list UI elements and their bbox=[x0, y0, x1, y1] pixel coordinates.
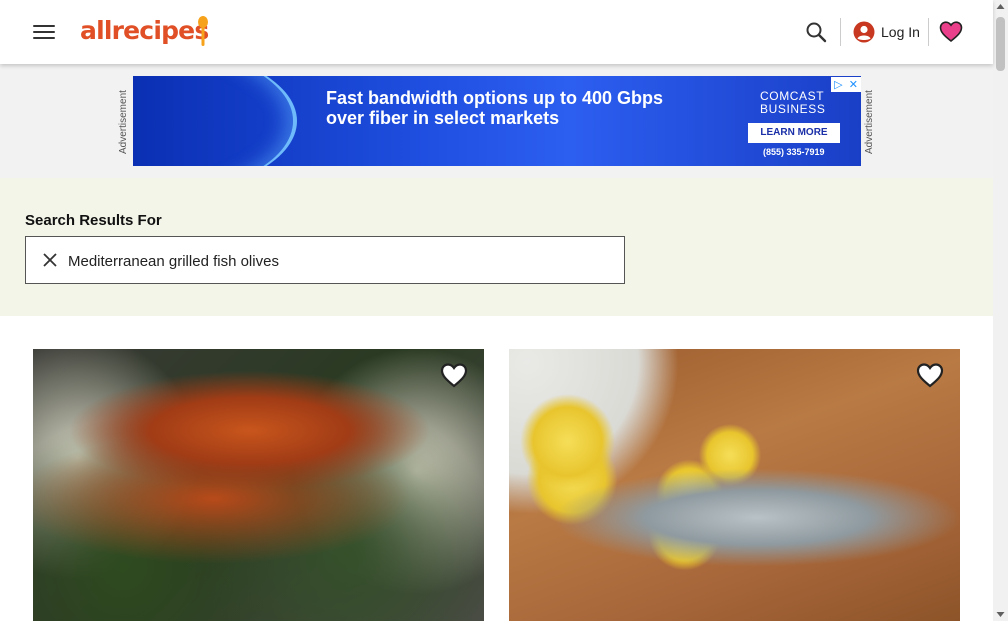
site-header: allrecipes Log In bbox=[0, 0, 993, 64]
ad-decoration bbox=[133, 76, 297, 166]
ad-learn-more-button[interactable]: LEARN MORE bbox=[748, 123, 840, 143]
login-button[interactable]: Log In bbox=[853, 19, 920, 45]
ad-headline: Fast bandwidth options up to 400 Gbps ov… bbox=[326, 88, 726, 128]
ad-phone: (855) 335-7919 bbox=[763, 147, 825, 157]
search-results-title: Search Results For bbox=[25, 212, 162, 229]
scroll-up-icon[interactable] bbox=[993, 0, 1008, 14]
site-logo[interactable]: allrecipes bbox=[80, 14, 209, 48]
ad-brand: COMCAST BUSINESS bbox=[760, 90, 826, 116]
recipe-card[interactable] bbox=[33, 349, 484, 621]
page-scrollbar[interactable] bbox=[993, 0, 1008, 621]
close-icon: ✕ bbox=[848, 78, 858, 91]
spoon-logo-icon bbox=[198, 16, 208, 46]
header-divider bbox=[840, 18, 841, 46]
heart-icon[interactable] bbox=[939, 20, 963, 44]
close-icon[interactable] bbox=[43, 253, 57, 267]
ad-headline-line: Fast bandwidth options up to 400 Gbps bbox=[326, 88, 663, 108]
ad-label-left: Advertisement bbox=[118, 90, 129, 154]
ad-brand-line: BUSINESS bbox=[760, 102, 826, 116]
header-divider bbox=[928, 18, 929, 46]
heart-outline-icon[interactable] bbox=[440, 362, 468, 388]
recipe-card[interactable] bbox=[509, 349, 960, 621]
ad-label-right: Advertisement bbox=[864, 90, 875, 154]
search-box bbox=[25, 236, 625, 284]
ad-close-button[interactable]: ▷ ✕ bbox=[831, 77, 861, 92]
scrollbar-thumb[interactable] bbox=[996, 17, 1005, 71]
account-circle-icon bbox=[853, 21, 875, 43]
scroll-down-icon[interactable] bbox=[993, 607, 1008, 621]
hamburger-menu-icon[interactable] bbox=[33, 22, 55, 42]
ad-headline-line: over fiber in select markets bbox=[326, 108, 560, 128]
ad-banner[interactable]: Fast bandwidth options up to 400 Gbps ov… bbox=[133, 76, 861, 166]
search-input[interactable] bbox=[66, 248, 610, 274]
search-icon[interactable] bbox=[804, 20, 828, 44]
login-label: Log In bbox=[881, 24, 920, 40]
heart-outline-icon[interactable] bbox=[916, 362, 944, 388]
adchoices-icon: ▷ bbox=[834, 78, 843, 91]
